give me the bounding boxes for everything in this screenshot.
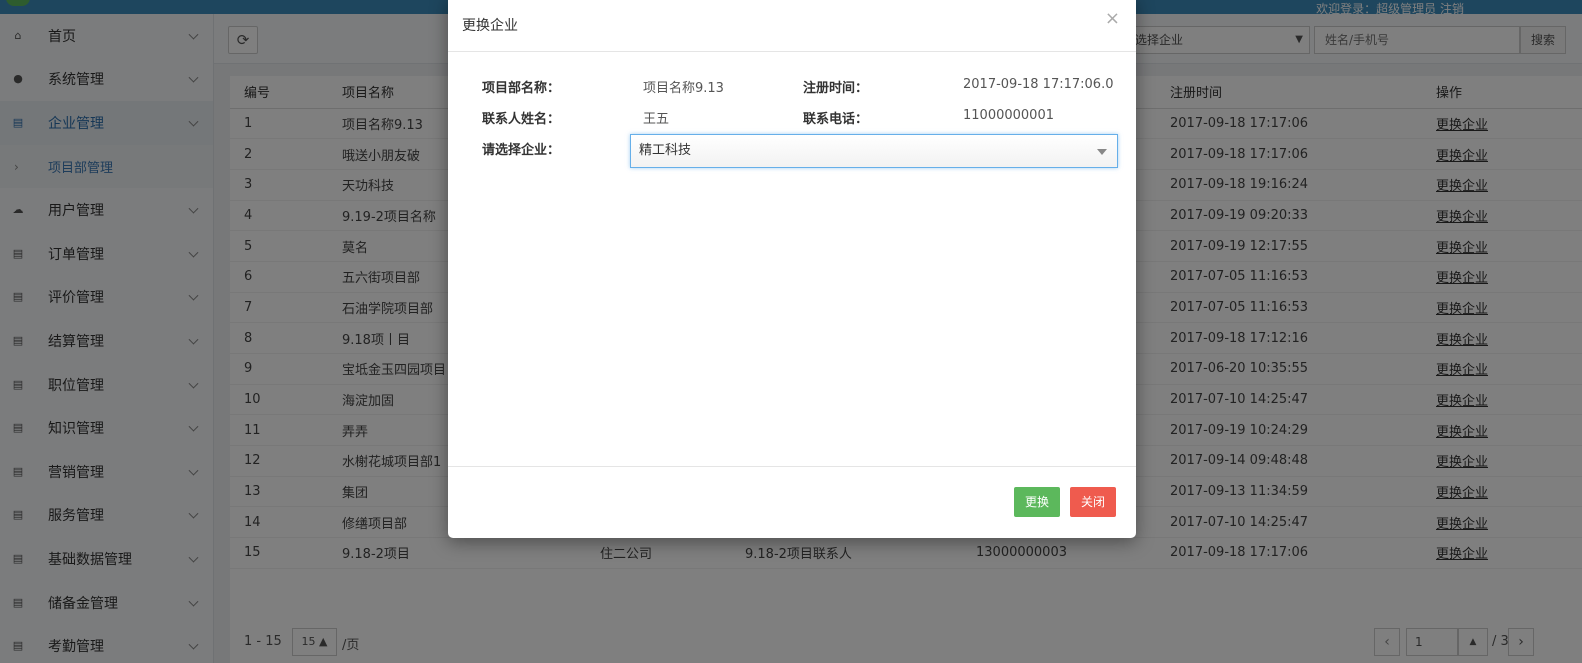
caret-down-icon (1097, 149, 1107, 155)
project-name-value: 项目名称9.13 (643, 81, 724, 96)
close-icon[interactable]: × (1105, 10, 1120, 28)
close-button[interactable]: 关闭 (1070, 487, 1116, 517)
company-select-value: 精工科技 (639, 143, 692, 158)
modal-footer: 更换 关闭 (448, 466, 1136, 538)
modal-header: 更换企业 × (448, 0, 1136, 52)
company-select-label: 请选择企业： (482, 143, 561, 158)
phone-value: 11000000001 (963, 108, 1054, 123)
change-company-modal: 更换企业 × 项目部名称： 项目名称9.13 注册时间： 2017-09-18 … (448, 0, 1136, 538)
reg-time-value: 2017-09-18 17:17:06.0 (963, 77, 1114, 92)
phone-label: 联系电话： (803, 112, 869, 127)
modal-title: 更换企业 (462, 18, 518, 34)
contact-name-value: 王五 (643, 112, 670, 127)
change-button[interactable]: 更换 (1014, 487, 1060, 517)
project-name-label: 项目部名称： (482, 81, 561, 96)
company-select[interactable]: 精工科技 (630, 134, 1118, 168)
contact-name-label: 联系人姓名： (482, 112, 561, 127)
reg-time-label: 注册时间： (803, 81, 869, 96)
